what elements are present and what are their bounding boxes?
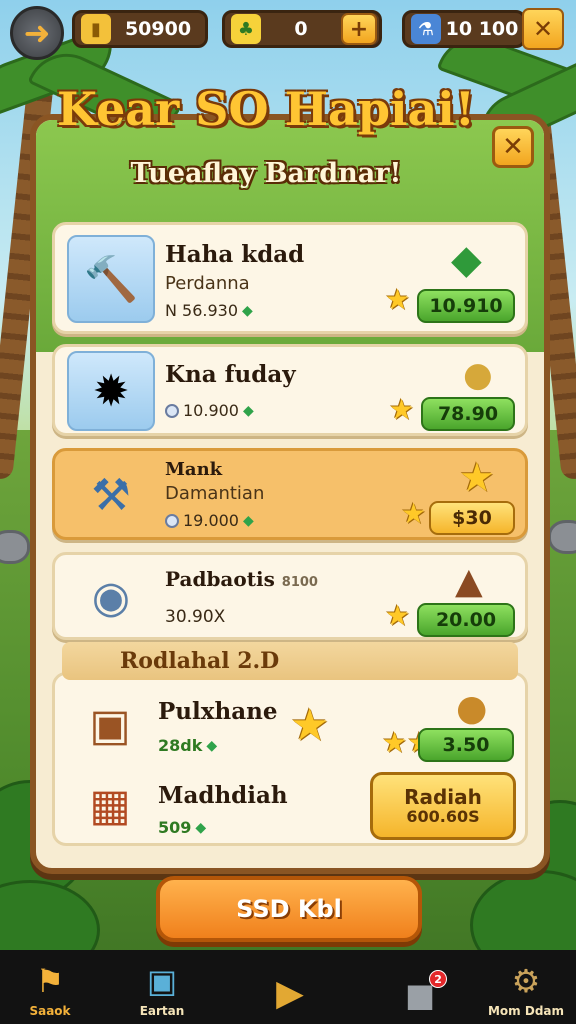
round-shield-icon: ◉: [91, 571, 131, 623]
item-name: Padbaotis 8100: [165, 567, 318, 591]
nav-item-eartan[interactable]: ▣ Eartan: [112, 950, 212, 1024]
potion-icon: ⚗: [411, 14, 441, 44]
section-banner: Rodlahal 2.D: [62, 642, 518, 680]
potion-resource: ⚗ 10 100: [402, 10, 526, 48]
big-star-icon: ★: [290, 700, 330, 751]
play-triangle-icon: ▶: [276, 973, 304, 1014]
bundle-item-name: Pulxhane: [158, 698, 278, 725]
rock: [548, 520, 576, 554]
gem-icon: ◆: [206, 737, 218, 754]
corn-resource: ♣ 0 +: [222, 10, 382, 48]
item-name: Mank: [165, 459, 223, 480]
shop-item-highlighted[interactable]: ⚒ Mank Damantian 19.000 ◆ ★ ★ $30: [52, 448, 528, 540]
bottom-nav: ⚑ Saaok ▣ Eartan ▶ ■ 2 ⚙ Mom Ddam: [0, 950, 576, 1024]
crossed-tools-icon: ⚒: [91, 469, 131, 521]
main-action-button[interactable]: SSD Kbl: [156, 876, 422, 942]
coin-icon: [165, 403, 179, 418]
nav-item-camera[interactable]: ■ 2: [370, 950, 470, 1024]
add-corn-button[interactable]: +: [341, 13, 377, 45]
star-icon: ★: [389, 393, 415, 426]
bundle-item-cost: 28dk ◆: [158, 736, 218, 755]
nav-item-play[interactable]: ▶: [240, 950, 340, 1024]
item-subtitle: Damantian: [165, 483, 265, 504]
gem-icon: ◆: [242, 302, 253, 319]
potion-amount: 10 100: [445, 18, 519, 40]
bundle-item-name: Madhdiah: [158, 782, 288, 809]
corn-icon: ♣: [231, 14, 261, 44]
item-cost: N 56.930 ◆: [165, 301, 253, 320]
hammer-tool-icon: 🔨: [67, 235, 155, 323]
gem-icon: ◆: [242, 402, 254, 419]
item-name: Kna fuday: [165, 361, 296, 388]
big-star-icon: ★: [459, 455, 495, 501]
gold-amount: 50900: [124, 18, 192, 40]
buy-button[interactable]: 10.910: [417, 289, 515, 323]
star-icon: ★: [385, 599, 411, 632]
buy-button[interactable]: 20.00: [417, 603, 515, 637]
corn-amount: 0: [294, 18, 308, 40]
shop-item[interactable]: 🔨 Haha kdad Perdanna N 56.930 ◆ ◆ ★ 10.91…: [52, 222, 528, 334]
buy-button[interactable]: $30: [429, 501, 515, 535]
item-subtitle: Perdanna: [165, 273, 250, 294]
panel-close-button[interactable]: ✕: [492, 126, 534, 168]
gold-coin-icon: ●: [463, 355, 493, 395]
gem-icon: ◆: [195, 819, 207, 836]
treasure-barrel-icon: ▣: [89, 699, 131, 751]
leather-bag-icon: ▲: [455, 561, 483, 602]
gold-resource: ▮ 50900: [72, 10, 208, 48]
shop-item[interactable]: ◉ Padbaotis 8100 30.90X ▲ ★ 20.00: [52, 552, 528, 640]
gold-bar-icon: ▮: [81, 14, 111, 44]
orange-crystal-icon: ✹: [67, 351, 155, 431]
panel-subtitle: Tueaflay Bardnar!: [130, 158, 402, 189]
item-cost: 10.900 ◆: [165, 401, 254, 420]
item-cost: 19.000 ◆: [165, 511, 254, 530]
bundle-item-cost: 509 ◆: [158, 818, 207, 837]
gear-icon: ⚙: [511, 962, 541, 1000]
camera-icon: ■ 2: [405, 970, 448, 1014]
back-arrow-icon: ➜: [23, 14, 51, 52]
flag-icon: ⚑: [35, 962, 65, 1000]
coin-icon: [165, 513, 179, 528]
cube-box-icon: ▣: [146, 962, 178, 1000]
panel-title: Kear SO Hapiai!: [57, 82, 475, 136]
top-resource-bar: ➜ ▮ 50900 ♣ 0 + ⚗ 10 100 ✕: [0, 0, 576, 62]
gold-coin-icon: ●: [456, 688, 488, 729]
shop-item[interactable]: ✹ Kna fuday 10.900 ◆ ● ★ 78.90: [52, 344, 528, 436]
back-button[interactable]: ➜: [10, 6, 64, 60]
item-cost: 30.90X: [165, 607, 226, 627]
star-icon: ★: [401, 497, 427, 530]
top-close-button[interactable]: ✕: [522, 8, 564, 50]
buy-button[interactable]: 3.50: [418, 728, 514, 762]
treasure-chest-icon: ▦: [89, 779, 131, 831]
notification-badge: 2: [429, 970, 448, 988]
gem-icon: ◆: [242, 512, 254, 529]
nav-item-mom-ddam[interactable]: ⚙ Mom Ddam: [476, 950, 576, 1024]
item-name: Haha kdad: [165, 241, 305, 268]
star-icon: ★: [385, 283, 411, 316]
nav-item-saaok[interactable]: ⚑ Saaok: [0, 950, 100, 1024]
green-pouch-icon: ◆: [451, 237, 482, 283]
buy-button[interactable]: 78.90: [421, 397, 515, 431]
radiah-button[interactable]: Radiah 600.60S: [370, 772, 516, 840]
